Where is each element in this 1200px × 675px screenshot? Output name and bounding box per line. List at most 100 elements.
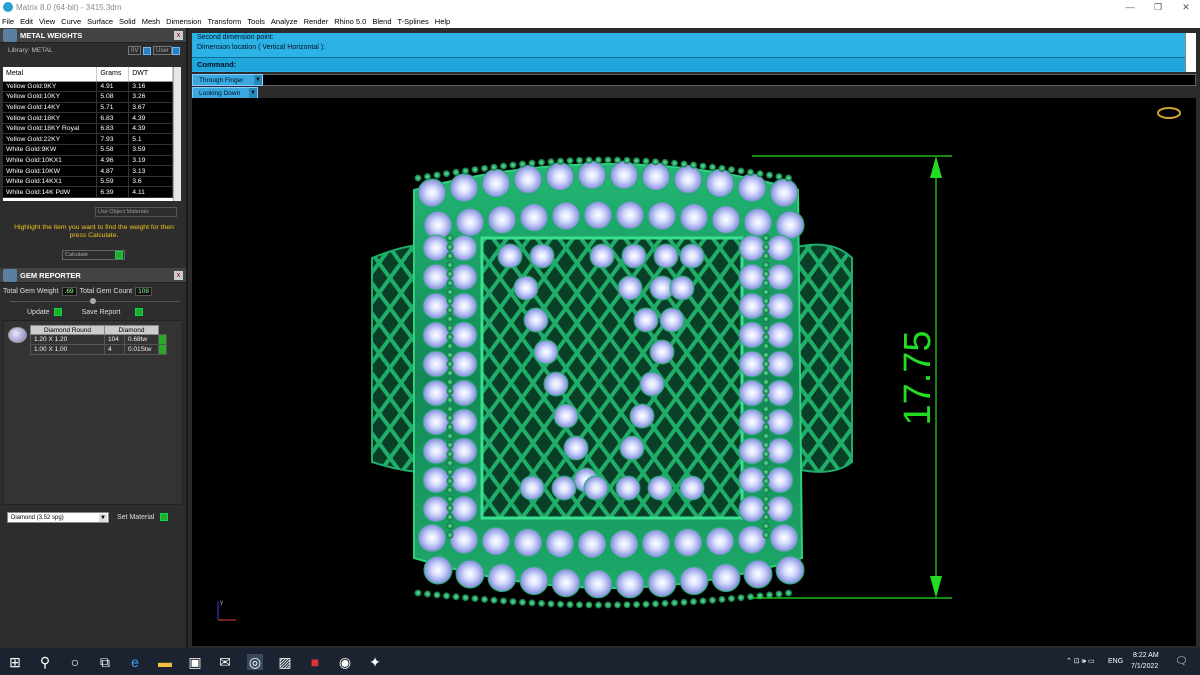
ring-render[interactable]: 17.75 y: [192, 98, 1196, 646]
table-row[interactable]: White Gold:10KX1 4.96 3.19: [3, 155, 173, 167]
slider-knob[interactable]: [90, 298, 96, 304]
minimize-button[interactable]: —: [1116, 0, 1144, 14]
col-grams[interactable]: Grams: [96, 67, 130, 82]
col-metal[interactable]: Metal: [3, 67, 98, 82]
prong: [446, 288, 454, 296]
viewport-tab-through-finger[interactable]: Through Finger ▼: [192, 74, 263, 86]
menu-rhino-5-0[interactable]: Rhino 5.0: [334, 17, 366, 26]
menu-t-splines[interactable]: T-Splines: [398, 17, 429, 26]
menu-tools[interactable]: Tools: [247, 17, 265, 26]
close-icon[interactable]: x: [174, 30, 183, 40]
rhino-icon[interactable]: ✦: [367, 654, 383, 670]
chevron-down-icon[interactable]: ▼: [254, 75, 262, 85]
menu-file[interactable]: File: [2, 17, 14, 26]
notification-icon[interactable]: 🗨: [1175, 656, 1188, 667]
prong: [471, 166, 479, 174]
update-go-icon[interactable]: [53, 308, 62, 316]
arrow-down: [930, 576, 942, 598]
diamond-gem: [519, 566, 549, 596]
table-row[interactable]: Yellow Gold:18KY Royal 6.83 4.39: [3, 123, 173, 135]
app-red-icon[interactable]: ■: [307, 654, 323, 670]
menu-mesh[interactable]: Mesh: [142, 17, 160, 26]
menu-surface[interactable]: Surface: [87, 17, 113, 26]
menu-curve[interactable]: Curve: [61, 17, 81, 26]
save-report-button[interactable]: Save Report: [82, 309, 121, 316]
prong: [671, 159, 678, 167]
table-row[interactable]: Yellow Gold:10KY 5.08 3.26: [3, 91, 173, 103]
calculate-go-icon[interactable]: [115, 251, 123, 259]
tray-date[interactable]: 7/1/2022: [1131, 663, 1158, 670]
menu-transform[interactable]: Transform: [208, 17, 242, 26]
3d-viewport[interactable]: 17.75 y: [192, 98, 1196, 646]
search-icon[interactable]: ⚲: [37, 654, 53, 670]
cortana-icon[interactable]: ○: [67, 654, 83, 670]
table-row[interactable]: Yellow Gold:22KY 7.93 5.1: [3, 133, 173, 146]
file-explorer-icon[interactable]: ▬: [157, 654, 173, 670]
table-row[interactable]: White Gold:9KW 5.58 3.59: [3, 144, 173, 156]
col-diamond[interactable]: Diamond: [104, 325, 159, 335]
set-material-button[interactable]: Set Material: [117, 514, 154, 521]
material-select[interactable]: Diamond (3.52 spg) ▼: [7, 512, 109, 523]
menu-edit[interactable]: Edit: [20, 17, 33, 26]
calculate-button[interactable]: Calculate: [62, 250, 125, 260]
close-icon[interactable]: x: [174, 270, 183, 280]
prong: [680, 598, 688, 606]
table-row[interactable]: 1.00 X 1.00 4 0.01Stw: [30, 344, 167, 355]
task-view-icon[interactable]: ⧉: [97, 654, 113, 670]
metal-table-scrollbar[interactable]: [173, 67, 181, 201]
store-icon[interactable]: ▣: [187, 654, 203, 670]
command-scrollbar[interactable]: [1185, 33, 1196, 72]
menu-view[interactable]: View: [39, 17, 55, 26]
command-prompt[interactable]: Command:: [192, 57, 1196, 71]
col-dwt[interactable]: DWT: [128, 67, 173, 82]
prong: [414, 174, 422, 182]
tray-lang[interactable]: ENG: [1108, 658, 1123, 665]
matrix-app-icon[interactable]: ◎: [247, 653, 263, 670]
menu-blend[interactable]: Blend: [372, 17, 391, 26]
chrome-icon[interactable]: ◉: [337, 654, 353, 670]
table-cell: 6.39: [96, 186, 130, 199]
opt-0v[interactable]: 0V: [128, 46, 142, 55]
row-go-icon[interactable]: [158, 344, 167, 355]
menu-render[interactable]: Render: [304, 17, 329, 26]
photos-icon[interactable]: ▨: [277, 654, 293, 670]
table-row[interactable]: Yellow Gold:9KY 4.91 3.16: [3, 81, 173, 93]
menu-help[interactable]: Help: [435, 17, 450, 26]
set-material-go-icon[interactable]: [160, 513, 169, 521]
table-cell: 4.39: [128, 112, 173, 124]
close-button[interactable]: ✕: [1172, 0, 1200, 14]
command-history-line-2: Dimension location ( Vertical Horizontal…: [197, 44, 325, 51]
table-row[interactable]: White Gold:10KW 4.87 3.13: [3, 165, 173, 177]
mail-icon[interactable]: ✉: [217, 654, 233, 670]
diamond-gem: [422, 321, 450, 349]
chevron-down-icon[interactable]: ▼: [99, 514, 107, 522]
table-row[interactable]: Yellow Gold:18KY 6.83 4.39: [3, 112, 173, 124]
row-go-icon[interactable]: [158, 334, 167, 345]
menu-solid[interactable]: Solid: [119, 17, 136, 26]
diamond-gem: [711, 205, 741, 235]
col-diamond-round[interactable]: Diamond Round: [30, 325, 105, 335]
tray-icons[interactable]: ⌃ ⊡ 🕪 ▭: [1066, 657, 1095, 666]
table-row[interactable]: White Gold:14K PdW 6.39 4.11: [3, 186, 173, 199]
opt-0v-toggle[interactable]: [143, 47, 151, 55]
diamond-gem: [769, 178, 799, 208]
menu-analyze[interactable]: Analyze: [271, 17, 298, 26]
chevron-down-icon[interactable]: ▼: [249, 88, 257, 98]
menu-dimension[interactable]: Dimension: [166, 17, 201, 26]
update-button[interactable]: Update: [27, 309, 50, 316]
windows-icon[interactable]: ⊞: [7, 654, 23, 670]
table-row[interactable]: White Gold:14KX1 5.59 3.6: [3, 176, 173, 188]
diamond-gem: [583, 475, 609, 501]
table-row[interactable]: 1.20 X 1.20 104 0.68tw: [30, 334, 167, 345]
restore-button[interactable]: ❐: [1144, 0, 1172, 14]
prong: [443, 592, 450, 600]
opt-user[interactable]: User: [153, 46, 172, 55]
tray-time[interactable]: 8:22 AM: [1133, 652, 1159, 659]
table-row[interactable]: Yellow Gold:14KY 5.71 3.67: [3, 102, 173, 114]
edge-icon[interactable]: e: [127, 654, 143, 670]
table-cell: 7.93: [96, 133, 130, 146]
use-object-materials[interactable]: Use Object Materials: [95, 207, 177, 217]
opt-user-toggle[interactable]: [172, 47, 180, 55]
table-cell: 5.59: [96, 176, 130, 188]
save-report-go-icon[interactable]: [134, 308, 143, 316]
